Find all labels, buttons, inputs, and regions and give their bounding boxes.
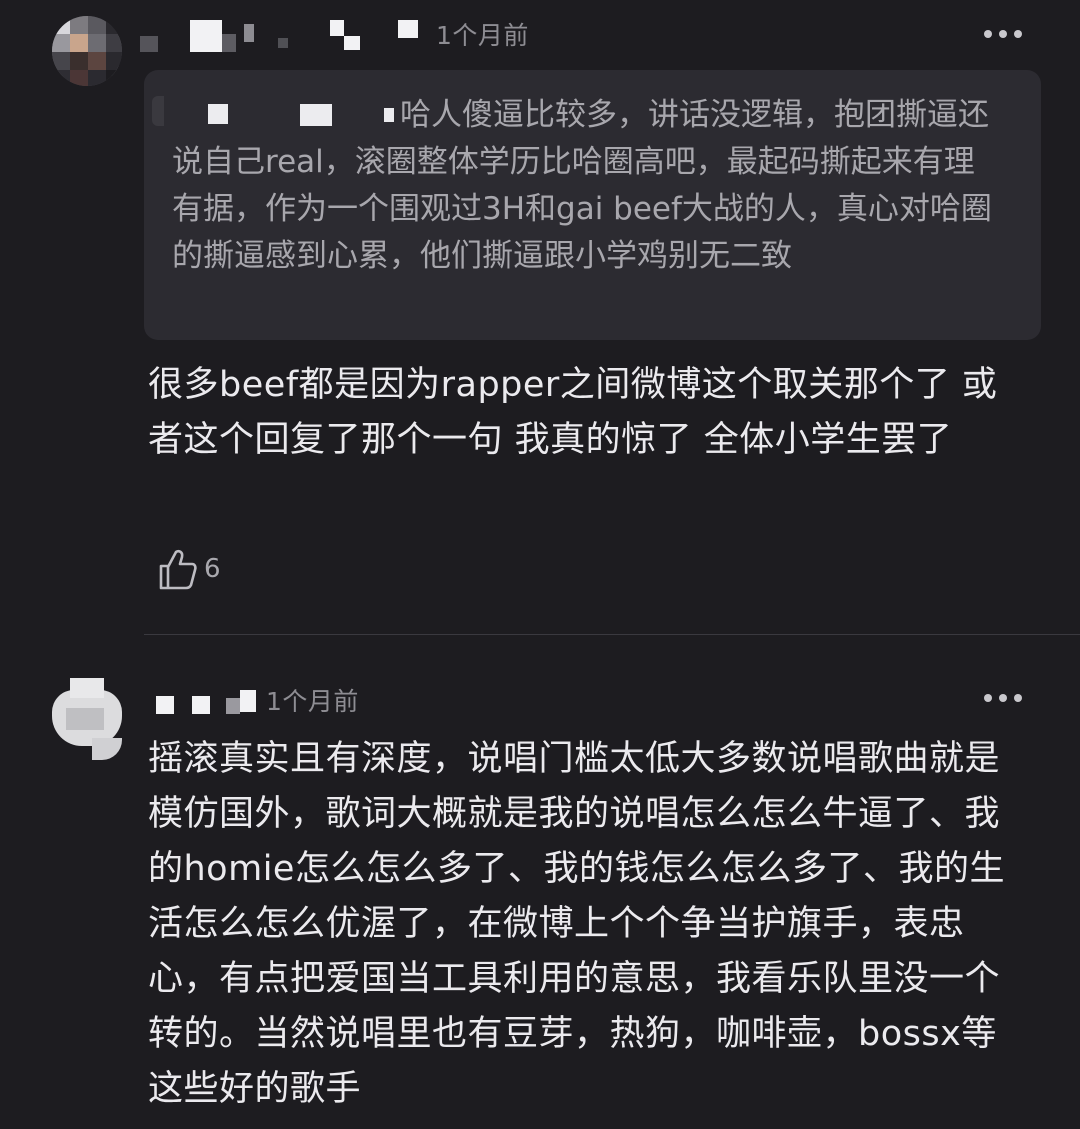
- like-count: 6: [204, 554, 221, 584]
- quoted-text: 哈人傻逼比较多，讲话没逻辑，抱团撕逼还说自己real，滚圈整体学历比哈圈高吧，最…: [172, 97, 992, 274]
- avatar[interactable]: [52, 16, 122, 86]
- divider: [144, 634, 1080, 635]
- comment-text: 摇滚真实且有深度，说唱门槛太低大多数说唱歌曲就是模仿国外，歌词大概就是我的说唱怎…: [148, 739, 1005, 1109]
- comment-timestamp: 1个月前: [436, 21, 529, 50]
- avatar[interactable]: [52, 678, 122, 760]
- masked-username[interactable]: [140, 20, 430, 52]
- thumbs-up-icon: [159, 549, 197, 590]
- more-dots-icon[interactable]: [984, 694, 1022, 702]
- comment-text: 很多beef都是因为rapper之间微博这个取关那个了 或者这个回复了那个一句 …: [148, 365, 998, 460]
- quoted-reply[interactable]: 哈人傻逼比较多，讲话没逻辑，抱团撕逼还说自己real，滚圈整体学历比哈圈高吧，最…: [144, 70, 1041, 340]
- masked-username[interactable]: [156, 690, 266, 722]
- more-dots-icon[interactable]: [984, 30, 1022, 38]
- comment-timestamp: 1个月前: [266, 687, 359, 716]
